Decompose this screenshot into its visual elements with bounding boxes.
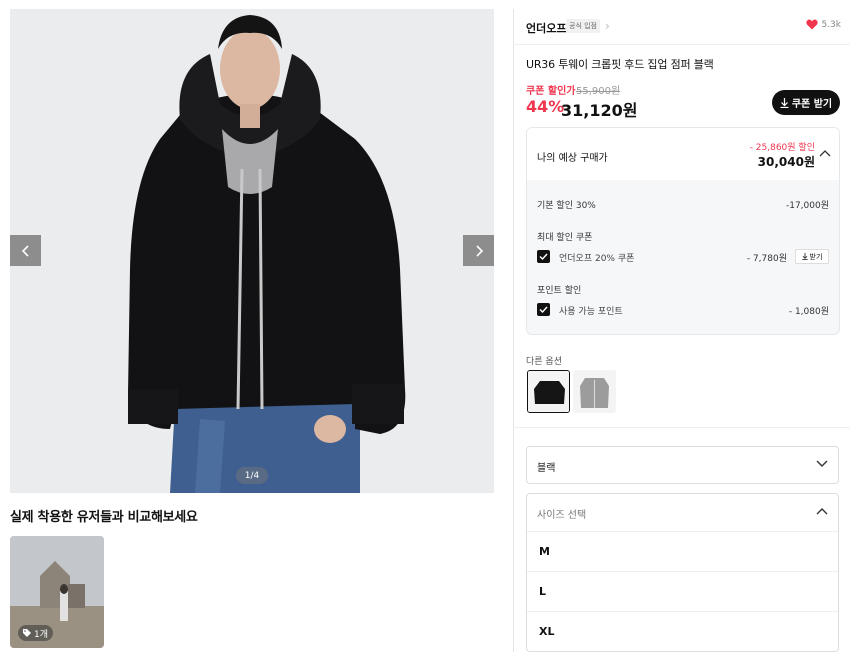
- size-select[interactable]: 사이즈 선택 M L XL: [526, 493, 839, 652]
- official-store-badge: 공식 입점: [566, 19, 600, 33]
- brand-row: 언더오프 공식 입점 › 5.3k: [513, 9, 850, 45]
- discount-breakdown: 기본 할인 30% -17,000원 최대 할인 쿠폰 언더오프 20% 쿠폰 …: [527, 180, 839, 334]
- snap-tag-badge: 1개: [18, 625, 54, 641]
- option-thumbnail-black[interactable]: [527, 370, 570, 413]
- image-counter: 1/4: [236, 467, 268, 484]
- product-info-panel: 언더오프 공식 입점 › 5.3k UR36 투웨이 크롭핏 후드 집업 점퍼 …: [513, 9, 850, 652]
- size-option-label: M: [539, 545, 550, 558]
- size-option-label: L: [539, 585, 547, 598]
- size-option-label: XL: [539, 625, 555, 638]
- chevron-left-icon: [21, 244, 29, 257]
- chevron-up-icon: [816, 508, 828, 515]
- coupon-checkbox[interactable]: [537, 250, 550, 263]
- estimated-price-label: 나의 예상 구매가: [537, 153, 608, 164]
- point-value: - 1,080원: [788, 307, 829, 317]
- other-options-label: 다른 옵션: [526, 357, 562, 367]
- color-select[interactable]: 블랙: [526, 446, 839, 484]
- product-image-gallery[interactable]: 1/4: [10, 9, 494, 493]
- product-title: UR36 투웨이 크롭핏 후드 집업 점퍼 블랙: [526, 58, 714, 71]
- max-coupon-section-label: 최대 할인 쿠폰: [537, 233, 593, 243]
- brand-name-link[interactable]: 언더오프: [526, 20, 566, 36]
- coupon-get-label: 받기: [809, 252, 823, 261]
- estimated-price-header[interactable]: 나의 예상 구매가 - 25,860원 할인 30,040원: [527, 128, 839, 180]
- download-icon: [801, 253, 808, 260]
- coupon-value: - 7,780원: [746, 254, 787, 264]
- compare-section-title: 실제 착용한 유저들과 비교해보세요: [10, 510, 198, 525]
- chevron-right-icon: [475, 244, 483, 257]
- size-option[interactable]: M: [527, 532, 838, 572]
- point-checkbox[interactable]: [537, 303, 550, 316]
- black-hoodie-thumbnail: [528, 371, 569, 412]
- estimated-total-discount: - 25,860원 할인: [749, 143, 815, 153]
- get-coupon-button[interactable]: 쿠폰 받기: [772, 90, 840, 115]
- tag-icon: [23, 629, 31, 637]
- color-select-value: 블랙: [537, 463, 556, 474]
- product-main-image: [10, 9, 494, 493]
- user-snap-thumbnail[interactable]: 1개: [10, 536, 104, 648]
- point-name: 사용 가능 포인트: [559, 307, 623, 317]
- base-discount-label: 기본 할인 30%: [537, 201, 596, 211]
- size-select-placeholder: 사이즈 선택: [537, 510, 587, 521]
- option-thumbnail-gray[interactable]: [573, 370, 616, 413]
- download-icon: [780, 97, 789, 108]
- coupon-get-button[interactable]: 받기: [795, 249, 829, 264]
- section-divider: [513, 427, 850, 428]
- coupon-name: 언더오프 20% 쿠폰: [559, 254, 635, 264]
- size-option[interactable]: L: [527, 572, 838, 612]
- previous-image-button[interactable]: [10, 235, 41, 266]
- base-discount-value: -17,000원: [785, 201, 829, 211]
- original-price: 55,900원: [576, 86, 621, 97]
- coupon-price-label: 쿠폰 할인가: [526, 86, 576, 97]
- size-option[interactable]: XL: [527, 612, 838, 652]
- discount-rate: 44%: [526, 97, 565, 116]
- sale-price: 31,120원: [561, 101, 638, 120]
- gray-hoodie-thumbnail: [573, 370, 616, 413]
- checkmark-icon: [539, 306, 548, 313]
- point-section-label: 포인트 할인: [537, 286, 582, 296]
- chevron-up-icon[interactable]: [819, 149, 831, 157]
- estimated-price-box: 나의 예상 구매가 - 25,860원 할인 30,040원 기본 할인 30%…: [526, 127, 840, 335]
- estimated-price-value: 30,040원: [757, 155, 815, 169]
- checkmark-icon: [539, 253, 548, 260]
- snap-tag-count: 1개: [34, 629, 49, 640]
- heart-icon: [806, 19, 819, 30]
- get-coupon-label: 쿠폰 받기: [791, 99, 833, 110]
- chevron-down-icon: [816, 460, 828, 467]
- chevron-right-icon[interactable]: ›: [605, 19, 610, 33]
- size-select-header[interactable]: 사이즈 선택: [527, 494, 838, 532]
- like-button[interactable]: 5.3k: [806, 19, 841, 30]
- next-image-button[interactable]: [463, 235, 494, 266]
- like-count: 5.3k: [821, 19, 841, 30]
